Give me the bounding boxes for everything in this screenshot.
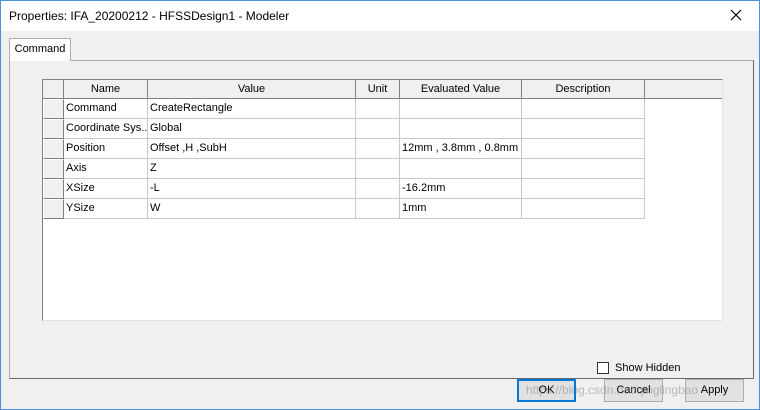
show-hidden-checkbox[interactable] xyxy=(597,362,609,374)
dialog-body: Command Name Value Unit Evaluated Value … xyxy=(1,31,759,409)
cell-unit[interactable] xyxy=(356,159,400,179)
properties-grid: Name Value Unit Evaluated Value Descript… xyxy=(42,79,723,321)
cell-description[interactable] xyxy=(522,179,645,199)
column-header-filler xyxy=(645,80,722,99)
cell-unit[interactable] xyxy=(356,179,400,199)
show-hidden-label: Show Hidden xyxy=(615,362,681,374)
tab-panel-command: Name Value Unit Evaluated Value Descript… xyxy=(9,60,754,379)
cell-description[interactable] xyxy=(522,99,645,119)
cell-unit[interactable] xyxy=(356,119,400,139)
tab-command[interactable]: Command xyxy=(9,38,71,61)
cell-evaluated-value xyxy=(400,99,522,119)
column-header-unit[interactable]: Unit xyxy=(356,80,400,99)
cell-value[interactable]: CreateRectangle xyxy=(148,99,356,119)
cell-name: Position xyxy=(64,139,148,159)
cell-value[interactable]: W xyxy=(148,199,356,219)
properties-dialog: Properties: IFA_20200212 - HFSSDesign1 -… xyxy=(0,0,760,410)
cell-evaluated-value xyxy=(400,119,522,139)
cell-unit[interactable] xyxy=(356,99,400,119)
title-bar[interactable]: Properties: IFA_20200212 - HFSSDesign1 -… xyxy=(1,1,759,31)
cell-description[interactable] xyxy=(522,159,645,179)
close-button[interactable] xyxy=(713,1,759,31)
row-header[interactable] xyxy=(43,199,64,219)
cell-evaluated-value: 1mm xyxy=(400,199,522,219)
row-header[interactable] xyxy=(43,179,64,199)
cell-unit[interactable] xyxy=(356,139,400,159)
cell-description[interactable] xyxy=(522,199,645,219)
apply-button[interactable]: Apply xyxy=(685,379,744,402)
row-header[interactable] xyxy=(43,119,64,139)
cancel-button[interactable]: Cancel xyxy=(604,379,663,402)
grid-corner xyxy=(43,80,64,99)
show-hidden-option[interactable]: Show Hidden xyxy=(597,362,680,374)
cell-name: Axis xyxy=(64,159,148,179)
cell-value[interactable]: -L xyxy=(148,179,356,199)
cell-description[interactable] xyxy=(522,119,645,139)
ok-button[interactable]: OK xyxy=(517,379,576,402)
cell-evaluated-value: 12mm , 3.8mm , 0.8mm xyxy=(400,139,522,159)
column-header-name[interactable]: Name xyxy=(64,80,148,99)
cell-value[interactable]: Z xyxy=(148,159,356,179)
cell-description[interactable] xyxy=(522,139,645,159)
cell-name: YSize xyxy=(64,199,148,219)
cell-name: Coordinate Sys... xyxy=(64,119,148,139)
cell-name: Command xyxy=(64,99,148,119)
cell-value[interactable]: Global xyxy=(148,119,356,139)
close-icon xyxy=(730,9,742,24)
cell-name: XSize xyxy=(64,179,148,199)
row-header[interactable] xyxy=(43,99,64,119)
cell-value[interactable]: Offset ,H ,SubH xyxy=(148,139,356,159)
cell-evaluated-value: -16.2mm xyxy=(400,179,522,199)
cell-unit[interactable] xyxy=(356,199,400,219)
column-header-evaluated-value[interactable]: Evaluated Value xyxy=(400,80,522,99)
column-header-value[interactable]: Value xyxy=(148,80,356,99)
cell-evaluated-value xyxy=(400,159,522,179)
row-header[interactable] xyxy=(43,139,64,159)
row-header[interactable] xyxy=(43,159,64,179)
column-header-description[interactable]: Description xyxy=(522,80,645,99)
window-title: Properties: IFA_20200212 - HFSSDesign1 -… xyxy=(9,9,290,23)
